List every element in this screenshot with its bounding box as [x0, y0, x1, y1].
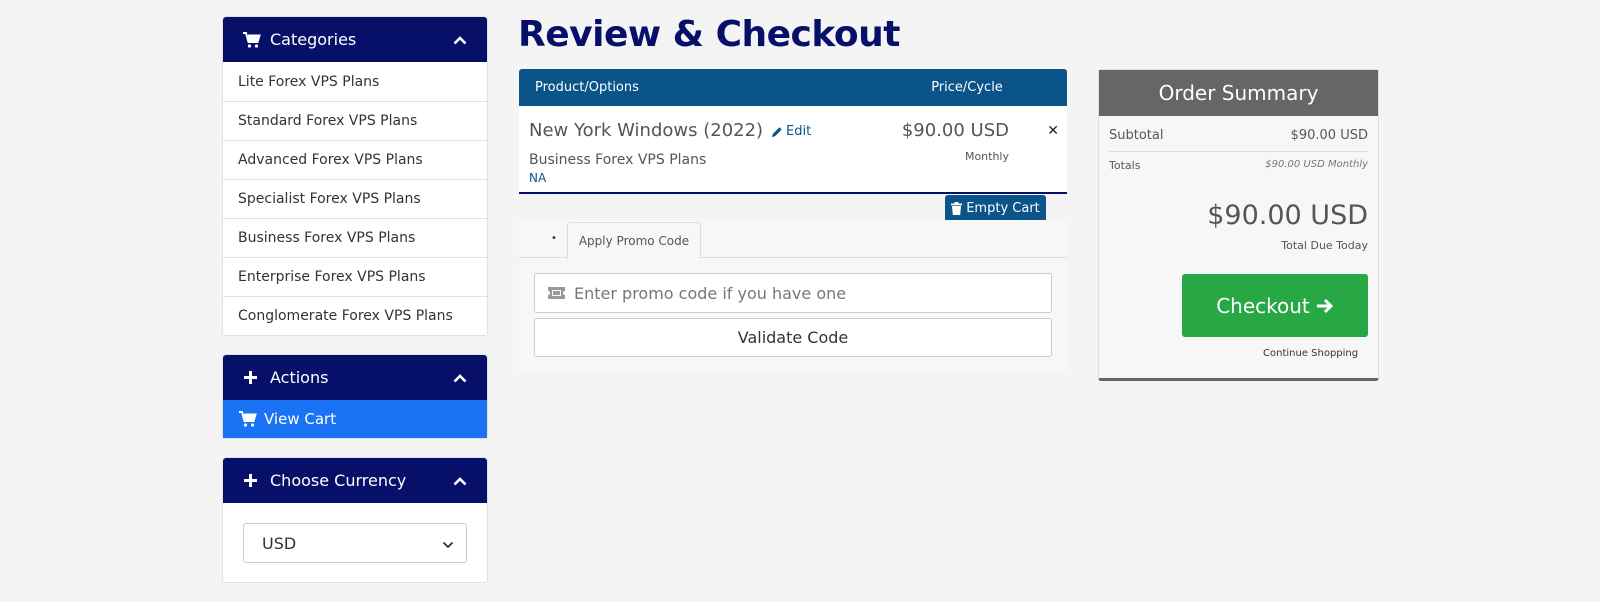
subtotal-label: Subtotal — [1109, 128, 1164, 143]
remove-item-icon[interactable]: ✕ — [1047, 123, 1059, 139]
promo-placeholder: Enter promo code if you have one — [574, 283, 847, 303]
promo-tabs: • Apply Promo Code — [519, 220, 1067, 259]
empty-cart-button[interactable]: Empty Cart — [945, 195, 1046, 222]
actions-panel: Actions View Cart — [222, 354, 488, 439]
currency-title: Choose Currency — [270, 471, 407, 490]
view-cart-label: View Cart — [264, 410, 337, 428]
order-summary: Order Summary Subtotal $90.00 USD Totals… — [1098, 69, 1379, 381]
cart-table: Product/Options Price/Cycle New York Win… — [519, 69, 1067, 194]
total-due-amount: $90.00 USD — [1207, 200, 1368, 231]
checkout-label: Checkout — [1216, 293, 1310, 318]
sidebar: Categories Lite Forex VPS Plans Standard… — [222, 16, 488, 601]
totals-label: Totals — [1109, 159, 1141, 172]
header-price: Price/Cycle — [931, 80, 1003, 95]
edit-link[interactable]: Edit — [771, 124, 811, 139]
cart-item-domain: NA — [529, 171, 547, 185]
arrow-right-icon — [1316, 298, 1333, 313]
category-item-lite[interactable]: Lite Forex VPS Plans — [223, 62, 487, 101]
currency-body: USD — [223, 503, 487, 582]
subtotal-row: Subtotal $90.00 USD — [1109, 128, 1368, 152]
cart-item-price: $90.00 USD — [901, 120, 1009, 141]
order-summary-title: Order Summary — [1099, 70, 1378, 116]
promo-code-input[interactable]: Enter promo code if you have one — [534, 273, 1052, 313]
category-item-conglomerate[interactable]: Conglomerate Forex VPS Plans — [223, 296, 487, 335]
trash-icon — [951, 202, 963, 215]
edit-label: Edit — [786, 124, 812, 139]
currency-header[interactable]: Choose Currency — [223, 458, 487, 503]
shopping-cart-icon — [243, 31, 265, 48]
cart-table-header: Product/Options Price/Cycle — [519, 69, 1067, 106]
view-cart-link[interactable]: View Cart — [223, 400, 487, 438]
chevron-down-icon — [442, 534, 454, 553]
tab-bullet: • — [551, 233, 557, 244]
currency-select[interactable]: USD — [243, 523, 467, 563]
cart-item-name: New York Windows (2022) — [529, 120, 764, 141]
category-item-business[interactable]: Business Forex VPS Plans — [223, 218, 487, 257]
plus-icon — [243, 370, 265, 385]
cart-item: New York Windows (2022) Edit Business Fo… — [519, 106, 1067, 194]
category-item-standard[interactable]: Standard Forex VPS Plans — [223, 101, 487, 140]
totals-value: $90.00 USD Monthly — [1265, 159, 1368, 170]
categories-panel: Categories Lite Forex VPS Plans Standard… — [222, 16, 488, 336]
category-item-advanced[interactable]: Advanced Forex VPS Plans — [223, 140, 487, 179]
checkout-button[interactable]: Checkout — [1182, 274, 1368, 337]
pencil-icon — [772, 126, 782, 137]
ticket-icon — [548, 287, 565, 299]
page-title: Review & Checkout — [518, 14, 900, 55]
totals-row: Totals $90.00 USD Monthly — [1109, 159, 1368, 172]
category-item-enterprise[interactable]: Enterprise Forex VPS Plans — [223, 257, 487, 296]
category-item-specialist[interactable]: Specialist Forex VPS Plans — [223, 179, 487, 218]
chevron-up-icon[interactable] — [453, 476, 467, 486]
validate-code-button[interactable]: Validate Code — [534, 318, 1052, 357]
header-product: Product/Options — [535, 80, 639, 95]
currency-selected-value: USD — [262, 533, 297, 553]
subtotal-value: $90.00 USD — [1290, 128, 1368, 143]
chevron-up-icon[interactable] — [453, 373, 467, 383]
chevron-up-icon[interactable] — [453, 35, 467, 45]
actions-title: Actions — [270, 368, 329, 387]
total-due-label: Total Due Today — [1281, 239, 1368, 252]
categories-list: Lite Forex VPS Plans Standard Forex VPS … — [223, 62, 487, 335]
shopping-cart-icon — [239, 411, 257, 427]
promo-section: • Apply Promo Code Enter promo code if y… — [519, 220, 1067, 371]
tab-apply-promo[interactable]: Apply Promo Code — [567, 222, 701, 259]
empty-cart-label: Empty Cart — [966, 201, 1040, 216]
currency-panel: Choose Currency USD — [222, 457, 488, 583]
actions-header[interactable]: Actions — [223, 355, 487, 400]
continue-shopping-link[interactable]: Continue Shopping — [1263, 348, 1358, 359]
cart-item-cycle: Monthly — [964, 150, 1009, 163]
categories-title: Categories — [270, 30, 357, 49]
cart-item-group: Business Forex VPS Plans — [529, 152, 707, 168]
categories-header[interactable]: Categories — [223, 17, 487, 62]
plus-icon — [243, 473, 265, 488]
